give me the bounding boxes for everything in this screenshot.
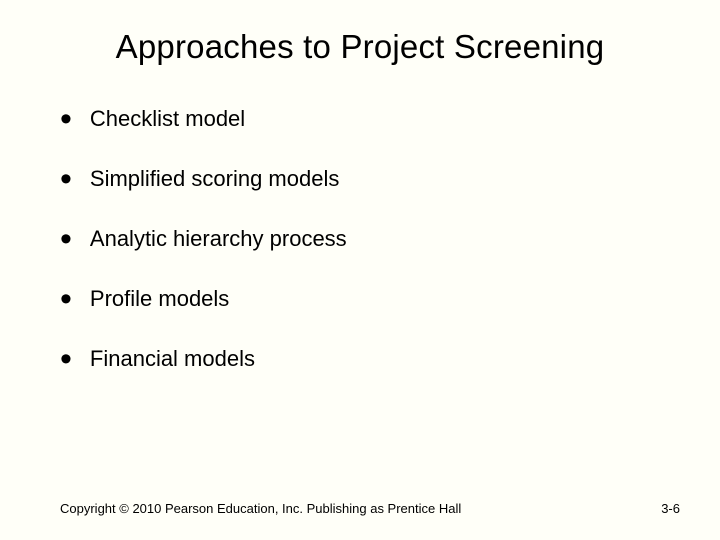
copyright-text: Copyright © 2010 Pearson Education, Inc.… [60, 501, 461, 516]
list-item: • Simplified scoring models [60, 166, 650, 192]
list-item: • Checklist model [60, 106, 650, 132]
bullet-icon: • [60, 110, 72, 128]
page-number: 3-6 [661, 501, 680, 516]
bullet-icon: • [60, 290, 72, 308]
list-item: • Profile models [60, 286, 650, 312]
list-item-text: Checklist model [90, 106, 245, 132]
slide: Approaches to Project Screening • Checkl… [0, 0, 720, 540]
slide-body: • Checklist model • Simplified scoring m… [0, 76, 720, 372]
list-item-text: Financial models [90, 346, 255, 372]
list-item-text: Profile models [90, 286, 229, 312]
bullet-icon: • [60, 170, 72, 188]
list-item: • Analytic hierarchy process [60, 226, 650, 252]
list-item: • Financial models [60, 346, 650, 372]
list-item-text: Analytic hierarchy process [90, 226, 347, 252]
slide-title: Approaches to Project Screening [0, 0, 720, 76]
bullet-icon: • [60, 350, 72, 368]
slide-footer: Copyright © 2010 Pearson Education, Inc.… [60, 501, 680, 516]
bullet-icon: • [60, 230, 72, 248]
list-item-text: Simplified scoring models [90, 166, 339, 192]
